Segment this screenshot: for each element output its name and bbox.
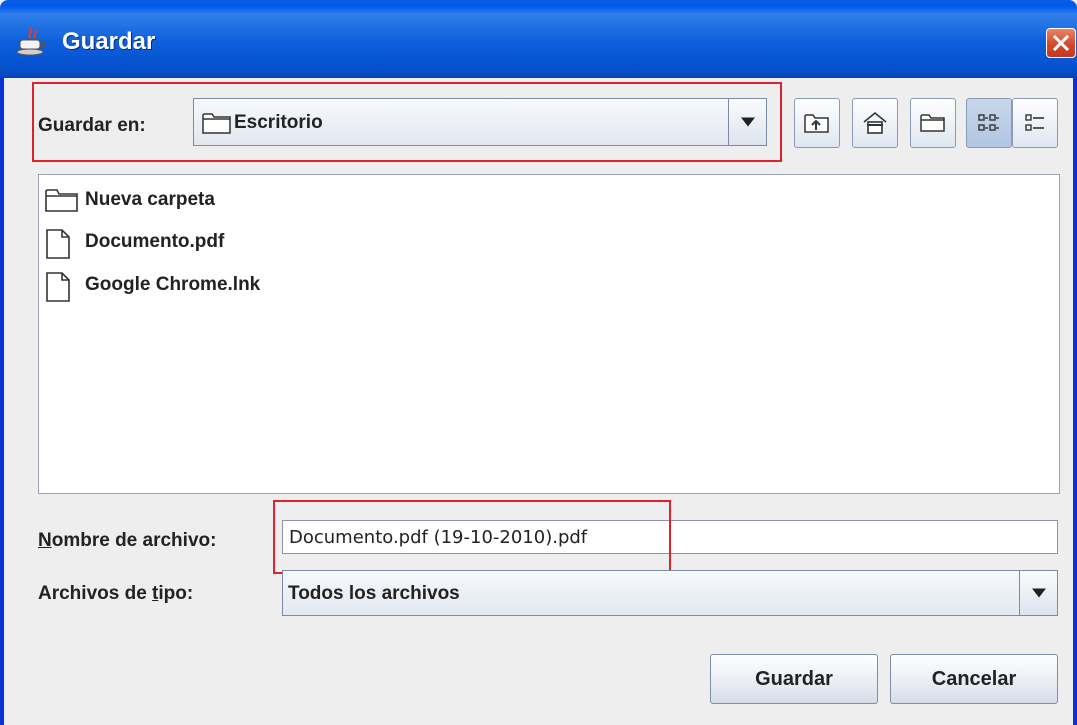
filetype-label: Archivos de tipo: <box>38 583 194 604</box>
title-bar[interactable]: Guardar <box>0 0 1077 78</box>
up-one-level-icon <box>804 114 829 133</box>
folder-icon <box>202 113 231 134</box>
chevron-down-icon <box>740 117 755 127</box>
window-title: Guardar <box>62 28 156 55</box>
folder-icon <box>45 189 78 212</box>
save-in-dropdown-button[interactable] <box>728 99 766 145</box>
new-folder-button[interactable] <box>910 98 956 148</box>
save-in-value: Escritorio <box>234 112 323 133</box>
java-cup-icon <box>16 27 46 56</box>
list-view-button[interactable] <box>966 98 1012 148</box>
close-icon <box>1052 34 1070 52</box>
up-one-level-button[interactable] <box>794 98 840 148</box>
file-name: Nueva carpeta <box>85 189 215 210</box>
file-name: Google Chrome.lnk <box>85 274 261 295</box>
filename-label: Nombre de archivo: <box>38 530 217 551</box>
file-name: Documento.pdf <box>85 231 225 252</box>
list-item[interactable]: Nueva carpeta <box>45 185 275 215</box>
details-view-button[interactable] <box>1012 98 1058 148</box>
file-list[interactable]: Nueva carpeta Documento.pdf Google Chrom… <box>38 174 1060 494</box>
chevron-down-icon <box>1031 588 1046 598</box>
window-frame-left <box>0 78 4 725</box>
file-icon <box>46 229 70 259</box>
details-view-icon <box>1025 114 1044 131</box>
file-icon <box>46 272 70 302</box>
list-item[interactable]: Google Chrome.lnk <box>45 270 305 302</box>
filetype-value: Todos los archivos <box>288 583 460 604</box>
list-view-icon <box>978 114 999 131</box>
new-folder-icon <box>920 114 945 132</box>
save-button[interactable]: Guardar <box>710 654 878 704</box>
close-button[interactable] <box>1046 28 1076 58</box>
home-button[interactable] <box>852 98 898 148</box>
save-dialog: Guardar Guardar en: Escritorio Nueva car… <box>0 0 1077 725</box>
cancel-button[interactable]: Cancelar <box>890 654 1058 704</box>
list-item[interactable]: Documento.pdf <box>45 227 275 259</box>
save-in-label: Guardar en: <box>38 115 146 136</box>
window-frame-right <box>1073 78 1077 725</box>
home-icon <box>863 111 887 134</box>
filetype-combo[interactable]: Todos los archivos <box>282 570 1058 616</box>
filename-input[interactable] <box>282 520 1058 554</box>
filetype-dropdown-button[interactable] <box>1019 571 1057 615</box>
save-in-combo[interactable]: Escritorio <box>193 98 767 146</box>
